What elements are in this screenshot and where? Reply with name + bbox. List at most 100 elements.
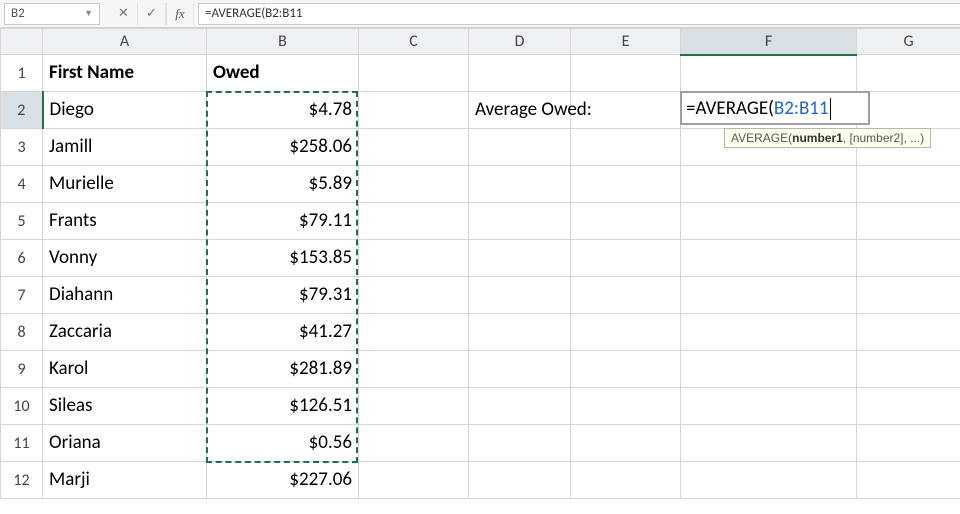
cell-A12[interactable]: Marji	[43, 462, 207, 499]
row-header-12[interactable]: 12	[1, 462, 43, 499]
cell-A6[interactable]: Vonny	[43, 240, 207, 277]
cell-A1[interactable]: First Name	[43, 55, 207, 92]
cell-D8[interactable]	[469, 314, 571, 351]
cell-E5[interactable]	[571, 203, 681, 240]
row-header-5[interactable]: 5	[1, 203, 43, 240]
cell-F1[interactable]	[681, 55, 857, 92]
row-header-1[interactable]: 1	[1, 55, 43, 92]
row-header-2[interactable]: 2	[1, 92, 43, 129]
cell-C7[interactable]	[359, 277, 469, 314]
fx-icon[interactable]: fx	[166, 3, 194, 25]
cell-C2[interactable]	[359, 92, 469, 129]
cell-B1[interactable]: Owed	[207, 55, 359, 92]
formula-input[interactable]: =AVERAGE(B2:B11	[198, 3, 960, 25]
cell-F11[interactable]	[681, 425, 857, 462]
cell-F9[interactable]	[681, 351, 857, 388]
cell-G2[interactable]	[857, 92, 960, 129]
cell-G1[interactable]	[857, 55, 960, 92]
cell-E9[interactable]	[571, 351, 681, 388]
cell-E8[interactable]	[571, 314, 681, 351]
cell-G8[interactable]	[857, 314, 960, 351]
cell-E7[interactable]	[571, 277, 681, 314]
cell-E12[interactable]	[571, 462, 681, 499]
cell-C6[interactable]	[359, 240, 469, 277]
cell-A10[interactable]: Sileas	[43, 388, 207, 425]
cell-B7[interactable]: $79.31	[207, 277, 359, 314]
cell-C5[interactable]	[359, 203, 469, 240]
cell-A8[interactable]: Zaccaria	[43, 314, 207, 351]
cell-C8[interactable]	[359, 314, 469, 351]
select-all-corner[interactable]	[1, 29, 43, 55]
cell-B12[interactable]: $227.06	[207, 462, 359, 499]
col-header-B[interactable]: B	[207, 29, 359, 55]
col-header-F[interactable]: F	[681, 29, 857, 55]
cell-B10[interactable]: $126.51	[207, 388, 359, 425]
row-header-9[interactable]: 9	[1, 351, 43, 388]
cell-F8[interactable]	[681, 314, 857, 351]
col-header-C[interactable]: C	[359, 29, 469, 55]
cell-G10[interactable]	[857, 388, 960, 425]
cell-D9[interactable]	[469, 351, 571, 388]
cell-G12[interactable]	[857, 462, 960, 499]
cell-C12[interactable]	[359, 462, 469, 499]
cell-G7[interactable]	[857, 277, 960, 314]
cell-editor[interactable]: =AVERAGE(B2:B11	[680, 91, 870, 125]
cell-D3[interactable]	[469, 129, 571, 166]
cell-A11[interactable]: Oriana	[43, 425, 207, 462]
row-header-11[interactable]: 11	[1, 425, 43, 462]
cell-C9[interactable]	[359, 351, 469, 388]
cell-D2[interactable]: Average Owed:	[469, 92, 571, 129]
name-box[interactable]: B2 ▼	[4, 3, 100, 25]
cell-D7[interactable]	[469, 277, 571, 314]
cell-D4[interactable]	[469, 166, 571, 203]
cell-D11[interactable]	[469, 425, 571, 462]
cell-D5[interactable]	[469, 203, 571, 240]
cell-E11[interactable]	[571, 425, 681, 462]
row-header-8[interactable]: 8	[1, 314, 43, 351]
cell-G11[interactable]	[857, 425, 960, 462]
cell-B9[interactable]: $281.89	[207, 351, 359, 388]
cell-A2[interactable]: Diego	[43, 92, 207, 129]
cell-G5[interactable]	[857, 203, 960, 240]
cell-G6[interactable]	[857, 240, 960, 277]
cell-E3[interactable]	[571, 129, 681, 166]
cancel-icon[interactable]: ✕	[110, 3, 138, 25]
col-header-A[interactable]: A	[43, 29, 207, 55]
confirm-icon[interactable]: ✓	[138, 3, 166, 25]
cell-B11[interactable]: $0.56	[207, 425, 359, 462]
cell-D12[interactable]	[469, 462, 571, 499]
col-header-D[interactable]: D	[469, 29, 571, 55]
cell-E6[interactable]	[571, 240, 681, 277]
cell-E10[interactable]	[571, 388, 681, 425]
cell-F4[interactable]	[681, 166, 857, 203]
cell-B2[interactable]: $4.78	[207, 92, 359, 129]
cell-D1[interactable]	[469, 55, 571, 92]
cell-F12[interactable]	[681, 462, 857, 499]
cell-C11[interactable]	[359, 425, 469, 462]
cell-C3[interactable]	[359, 129, 469, 166]
cell-A9[interactable]: Karol	[43, 351, 207, 388]
cell-A5[interactable]: Frants	[43, 203, 207, 240]
cell-F5[interactable]	[681, 203, 857, 240]
cell-C10[interactable]	[359, 388, 469, 425]
col-header-G[interactable]: G	[857, 29, 960, 55]
cell-B4[interactable]: $5.89	[207, 166, 359, 203]
row-header-6[interactable]: 6	[1, 240, 43, 277]
cell-B3[interactable]: $258.06	[207, 129, 359, 166]
cell-B8[interactable]: $41.27	[207, 314, 359, 351]
cell-F7[interactable]	[681, 277, 857, 314]
cell-E4[interactable]	[571, 166, 681, 203]
cell-B5[interactable]: $79.11	[207, 203, 359, 240]
cell-D10[interactable]	[469, 388, 571, 425]
row-header-7[interactable]: 7	[1, 277, 43, 314]
cell-C1[interactable]	[359, 55, 469, 92]
row-header-10[interactable]: 10	[1, 388, 43, 425]
cell-D6[interactable]	[469, 240, 571, 277]
cell-C4[interactable]	[359, 166, 469, 203]
cell-E1[interactable]	[571, 55, 681, 92]
spreadsheet-grid[interactable]: A B C D E F G 1 First Name Owed	[0, 28, 960, 499]
cell-F6[interactable]	[681, 240, 857, 277]
cell-B6[interactable]: $153.85	[207, 240, 359, 277]
cell-A4[interactable]: Murielle	[43, 166, 207, 203]
cell-G4[interactable]	[857, 166, 960, 203]
